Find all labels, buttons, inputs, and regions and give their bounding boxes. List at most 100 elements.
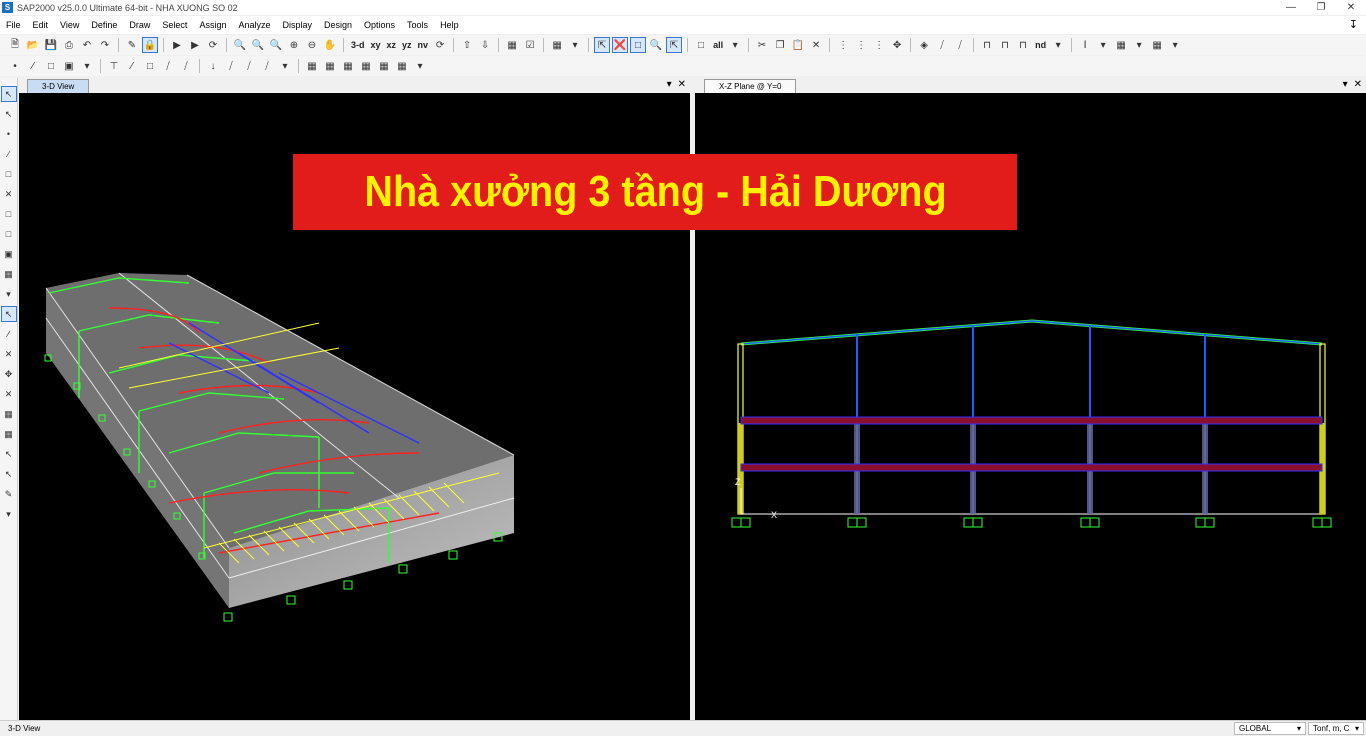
menu-define[interactable]: Define [85, 20, 123, 30]
chevron-down-icon[interactable]: ▾ [1343, 79, 1348, 90]
zoom-in-icon[interactable]: ⊕ [286, 37, 302, 53]
draw-area-icon[interactable]: □ [43, 58, 59, 74]
assign-frame-icon[interactable]: ⊤ [106, 58, 122, 74]
assign-load-icon[interactable]: ↓ [205, 58, 221, 74]
chevron-down-icon[interactable]: ▾ [667, 79, 672, 90]
run-now-icon[interactable]: ▶ [187, 37, 203, 53]
reshape-icon[interactable]: ↖ [1, 106, 17, 122]
show-forces-icon[interactable]: ▦ [340, 58, 356, 74]
chevron-down-icon[interactable]: ▾ [277, 58, 293, 74]
tables-icon[interactable]: ▦ [1149, 37, 1165, 53]
frame-section-icon[interactable]: ⧸ [934, 37, 950, 53]
table-icon[interactable]: ▦ [1113, 37, 1129, 53]
tab-xz-plane[interactable]: X-Z Plane @ Y=0 [704, 79, 797, 93]
replicate-icon[interactable]: ⋮ [835, 37, 851, 53]
pencil-icon[interactable]: ✎ [124, 37, 140, 53]
select-clear-icon[interactable]: ▦ [1, 426, 17, 442]
save-icon[interactable]: 💾 [43, 37, 59, 53]
new-file-icon[interactable]: 🗎 [7, 37, 23, 53]
draw-line-icon[interactable]: ∕ [1, 146, 17, 162]
merge-icon[interactable]: ⋮ [871, 37, 887, 53]
menu-help[interactable]: Help [434, 20, 465, 30]
draw-special-joint-icon[interactable]: • [7, 58, 23, 74]
draw-poly-area-icon[interactable]: □ [1, 206, 17, 222]
chevron-down-icon[interactable]: ▾ [1050, 37, 1066, 53]
joint-restraint-icon[interactable]: ◈ [916, 37, 932, 53]
tab-3d-view[interactable]: 3-D View [27, 79, 90, 93]
portal-frame-icon[interactable]: ⊓ [979, 37, 995, 53]
draw-joint-icon[interactable]: • [1, 126, 17, 142]
select-nd-button[interactable]: nd [1035, 40, 1046, 50]
assign-cable-icon[interactable]: ⧸ [178, 58, 194, 74]
chevron-down-icon[interactable]: ▾ [1095, 37, 1111, 53]
menu-view[interactable]: View [54, 20, 85, 30]
minimize-icon[interactable]: — [1276, 0, 1306, 15]
grid-icon[interactable]: ▦ [504, 37, 520, 53]
select-poly-icon[interactable]: ⇱ [666, 37, 683, 53]
menu-file[interactable]: File [0, 20, 27, 30]
pointer-select-icon[interactable]: ⇱ [594, 37, 611, 53]
undo-icon[interactable]: ↶ [79, 37, 95, 53]
refresh-view-icon[interactable]: ⟳ [205, 37, 221, 53]
assign-joint-load-icon[interactable]: ⧸ [223, 58, 239, 74]
show-design-icon[interactable]: ▦ [394, 58, 410, 74]
run-analysis-icon[interactable]: ▶ [169, 37, 185, 53]
draw-frame-icon[interactable]: ∕ [25, 58, 41, 74]
select-previous-icon[interactable]: ↖ [1, 446, 17, 462]
chevron-down-icon[interactable]: ▾ [1167, 37, 1183, 53]
truss-icon[interactable]: ⊓ [1015, 37, 1031, 53]
menu-options[interactable]: Options [358, 20, 401, 30]
menu-design[interactable]: Design [318, 20, 358, 30]
menu-draw[interactable]: Draw [123, 20, 156, 30]
view-xy-button[interactable]: xy [371, 40, 381, 50]
select-search-icon[interactable]: 🔍 [648, 37, 664, 53]
coord-system-select[interactable]: GLOBAL ▾ [1234, 722, 1306, 735]
units-select[interactable]: Tonf, m, C ▾ [1308, 722, 1364, 735]
menu-assign[interactable]: Assign [193, 20, 232, 30]
zoom-out-icon[interactable]: ⊖ [304, 37, 320, 53]
pointer-icon[interactable]: ↖ [0, 86, 17, 102]
window-select-icon[interactable]: □ [630, 37, 647, 53]
draw-rect-area-icon[interactable]: □ [1, 226, 17, 242]
move-down-icon[interactable]: ⇩ [477, 37, 493, 53]
assign-area-load-icon[interactable]: ⧸ [259, 58, 275, 74]
zoom-previous-icon[interactable]: 🔍 [268, 37, 284, 53]
pan-icon[interactable]: ✋ [322, 37, 338, 53]
chevron-down-icon[interactable]: ▾ [1, 506, 17, 522]
select-all-icon[interactable]: ▦ [1, 406, 17, 422]
release-icon[interactable]: ⧸ [952, 37, 968, 53]
select-poly-icon[interactable]: ✕ [1, 386, 17, 402]
select-intersect-icon[interactable]: ✕ [1, 346, 17, 362]
cut-icon[interactable]: ✂ [754, 37, 770, 53]
chevron-down-icon[interactable]: ▾ [1131, 37, 1147, 53]
draw-quick-area-icon[interactable]: ▦ [1, 266, 17, 282]
paste-icon[interactable]: 📋 [790, 37, 806, 53]
zoom-full-icon[interactable]: 🔍 [250, 37, 266, 53]
get-previous-icon[interactable]: □ [693, 37, 709, 53]
menu-analyze[interactable]: Analyze [232, 20, 276, 30]
show-stress-icon[interactable]: ▦ [358, 58, 374, 74]
draw-brace-icon[interactable]: ✕ [1, 186, 17, 202]
draw-rect-frame-icon[interactable]: □ [1, 166, 17, 182]
close-icon[interactable]: ✕ [1354, 79, 1362, 90]
divide-icon[interactable]: ⋮ [853, 37, 869, 53]
menu-edit[interactable]: Edit [27, 20, 55, 30]
chevron-down-icon[interactable]: ▾ [1, 286, 17, 302]
check-icon[interactable]: ☑ [522, 37, 538, 53]
chevron-down-icon[interactable]: ▾ [412, 58, 428, 74]
open-file-icon[interactable]: 📂 [25, 37, 41, 53]
delete-icon[interactable]: ✕ [808, 37, 824, 53]
assign-link-icon[interactable]: ⧸ [160, 58, 176, 74]
copy-icon[interactable]: ❐ [772, 37, 788, 53]
show-deformed-icon[interactable]: ▦ [322, 58, 338, 74]
redo-icon[interactable]: ↷ [97, 37, 113, 53]
select-group-icon[interactable]: ↖ [1, 466, 17, 482]
view-nv-button[interactable]: nv [418, 40, 429, 50]
intersect-line-icon[interactable]: ❌ [612, 37, 629, 53]
menu-select[interactable]: Select [156, 20, 193, 30]
rotate-view-icon[interactable]: ⟳ [432, 37, 448, 53]
select-invert-icon[interactable]: ✎ [1, 486, 17, 502]
move-icon[interactable]: ✥ [889, 37, 905, 53]
select-line-icon[interactable]: ∕ [1, 326, 17, 342]
display-options-icon[interactable]: ▦ [549, 37, 565, 53]
